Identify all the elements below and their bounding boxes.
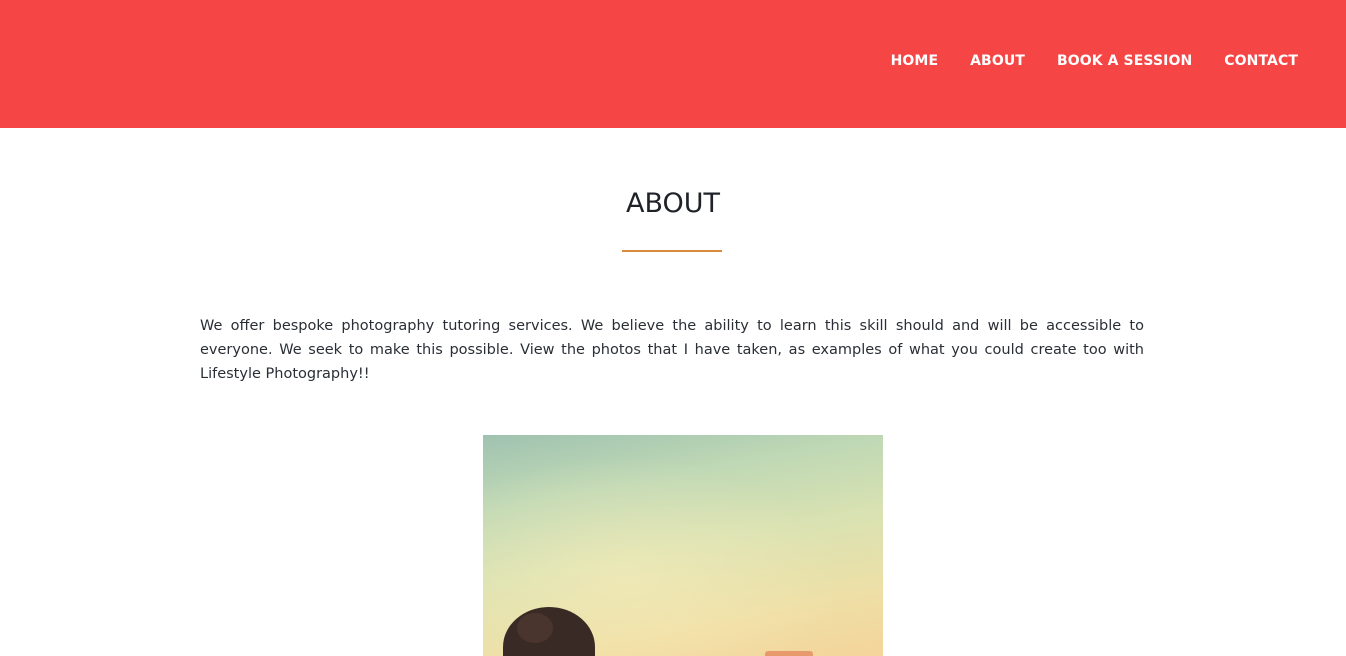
site-header: HOME ABOUT BOOK A SESSION CONTACT xyxy=(0,0,1346,128)
nav-home-link[interactable]: HOME xyxy=(891,53,939,69)
title-divider xyxy=(622,250,722,252)
photo-distant-object xyxy=(765,651,813,656)
photo-person-hair-bun xyxy=(517,613,553,643)
nav-about-link[interactable]: ABOUT xyxy=(970,53,1025,69)
about-photo xyxy=(483,435,883,656)
nav-contact-link[interactable]: CONTACT xyxy=(1224,53,1298,69)
page-title: ABOUT xyxy=(625,188,721,219)
main-nav: HOME ABOUT BOOK A SESSION CONTACT xyxy=(891,53,1298,69)
about-description: We offer bespoke photography tutoring se… xyxy=(200,318,1144,382)
nav-book-session-link[interactable]: BOOK A SESSION xyxy=(1057,53,1192,69)
